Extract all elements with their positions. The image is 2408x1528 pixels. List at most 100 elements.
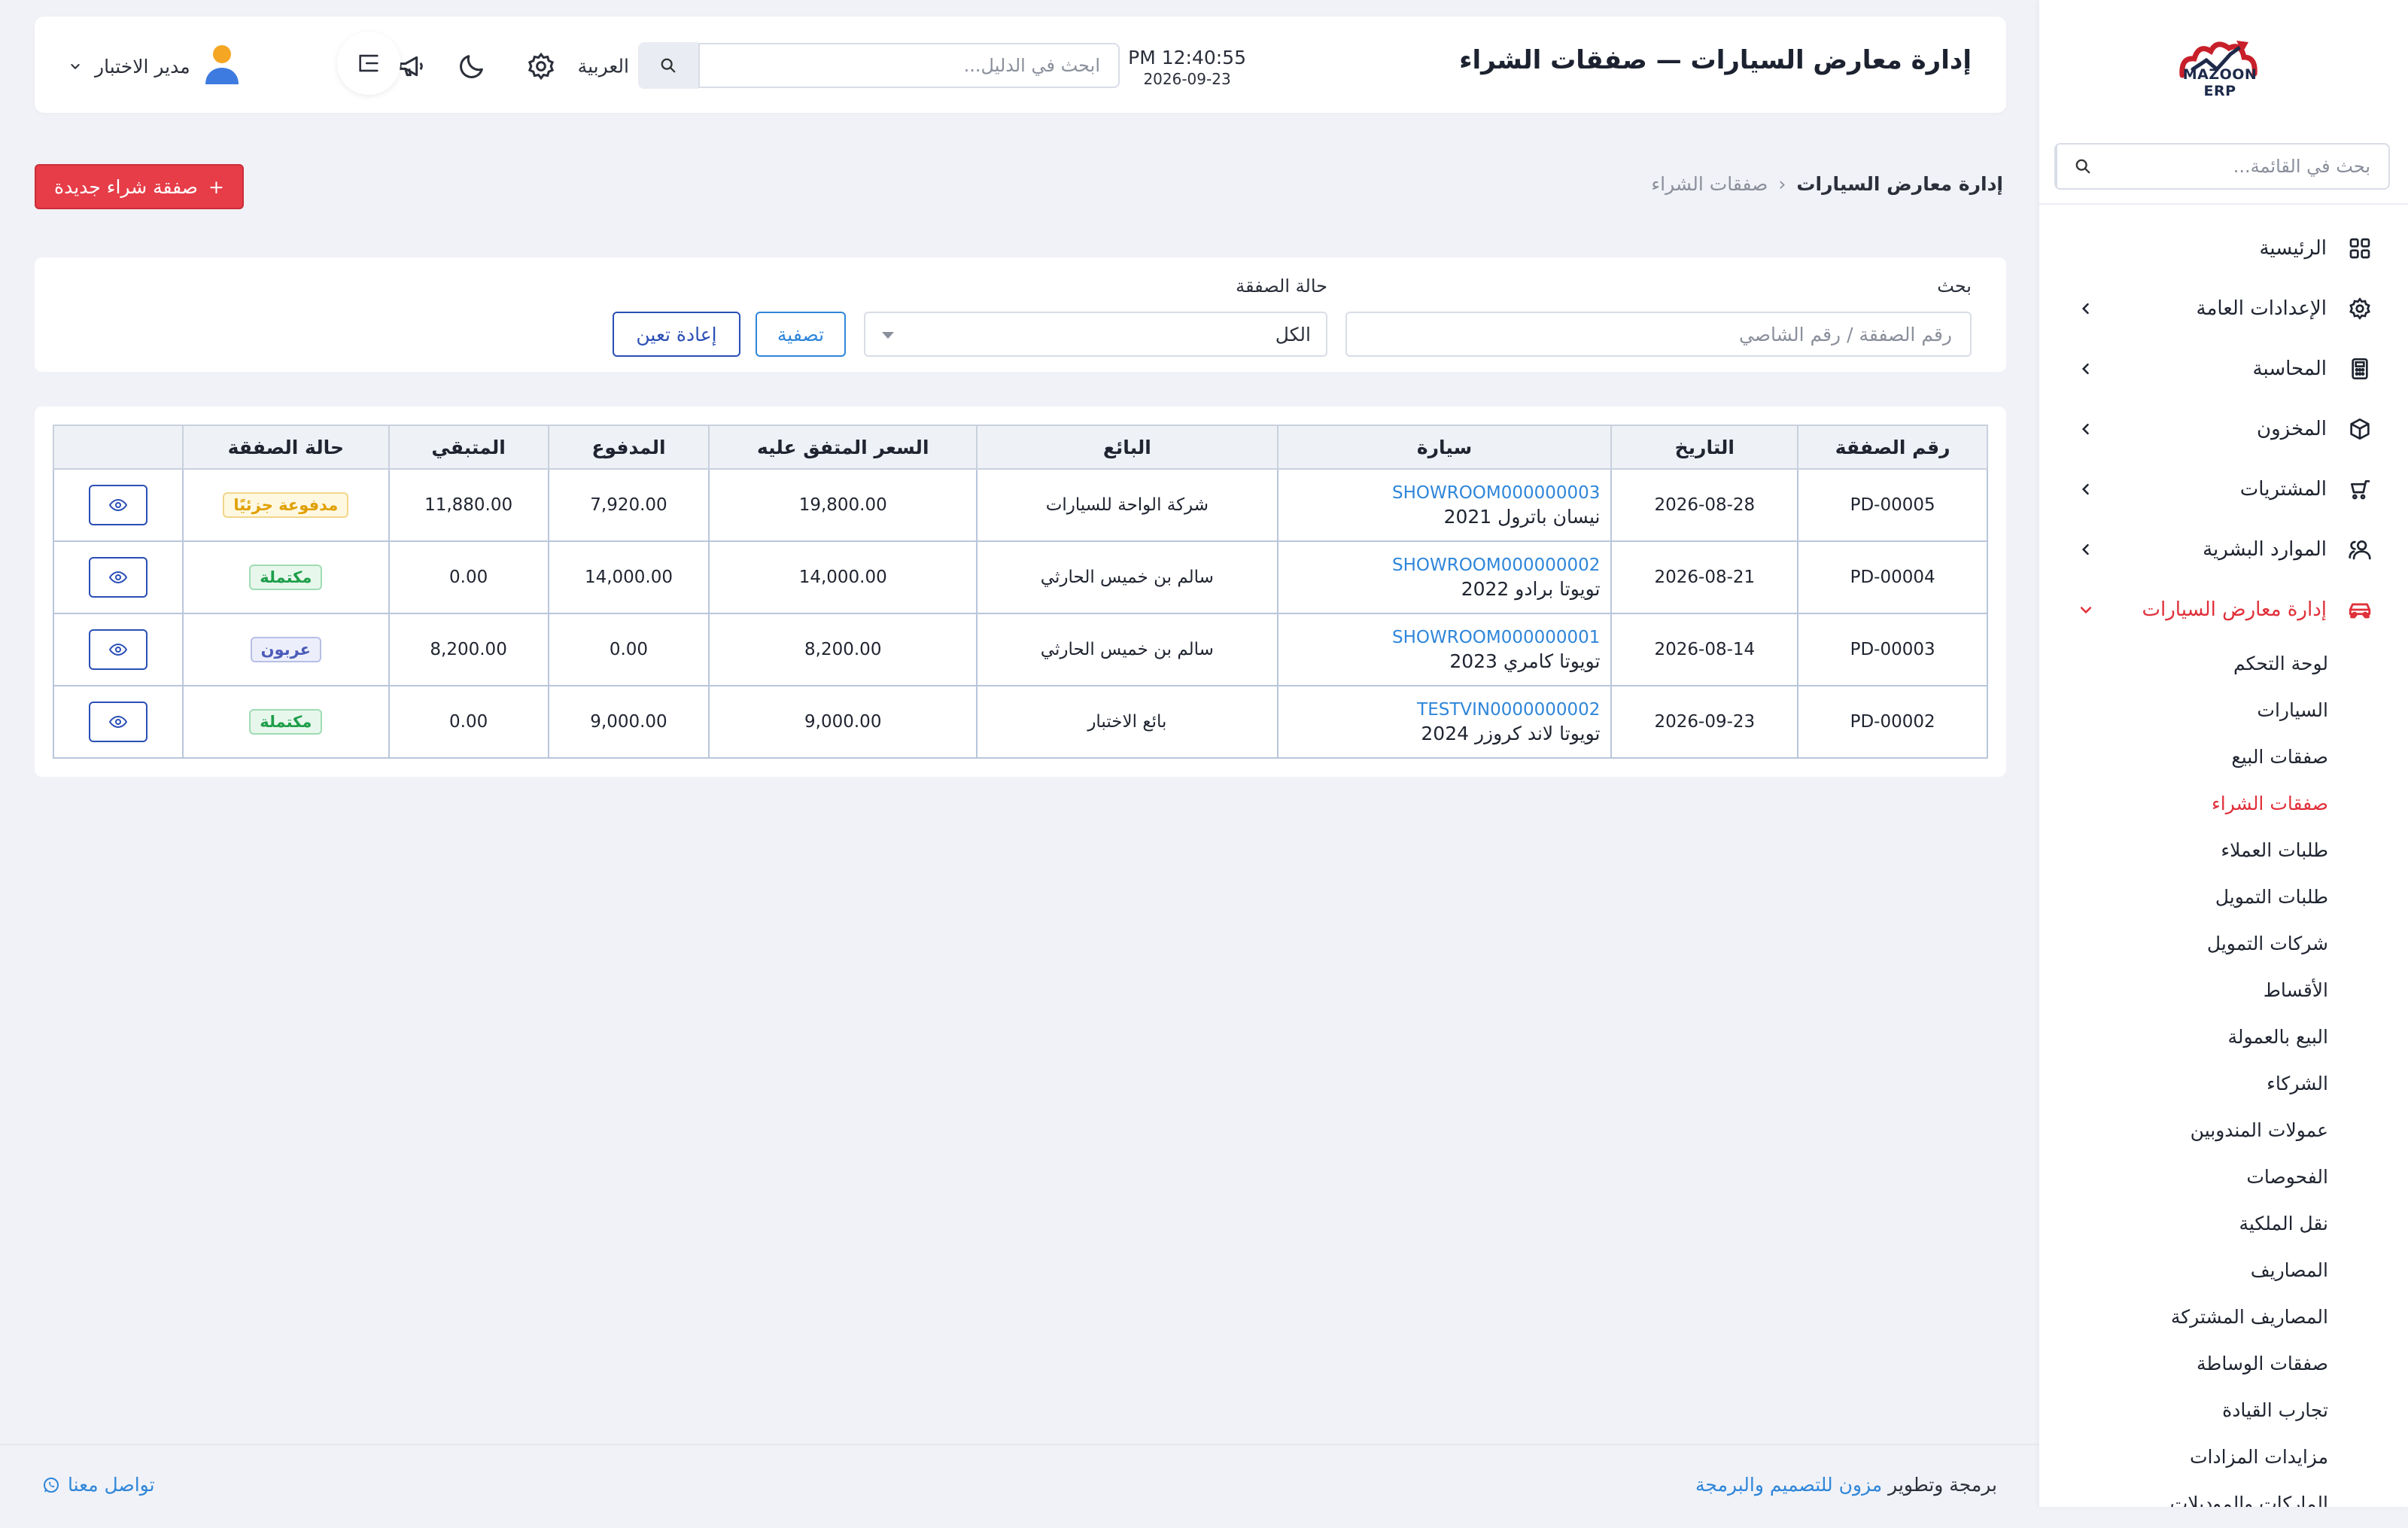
sidebar-subitem-sale-deals[interactable]: صفقات البيع xyxy=(2039,733,2408,780)
car-model: نيسان باترول 2021 xyxy=(1443,505,1601,528)
plus-icon: + xyxy=(208,175,224,198)
sidebar-subitem-cars[interactable]: السيارات xyxy=(2039,686,2408,733)
sidebar-subitem-installments[interactable]: الأقساط xyxy=(2039,966,2408,1013)
moon-icon xyxy=(460,55,483,78)
language-switcher[interactable]: العربية xyxy=(578,56,629,78)
breadcrumb-current: صفقات الشراء xyxy=(1651,173,1768,195)
table-header-row: رقم الصفقة التاريخ سيارة البائع السعر ال… xyxy=(53,425,1988,470)
status-badge: مدفوعة جزئيًا xyxy=(223,492,349,518)
cell-actions xyxy=(53,685,184,759)
sidebar-subitem-inspections[interactable]: الفحوصات xyxy=(2039,1153,2408,1200)
footer-credit-link[interactable]: مزون للتصميم والبرمجة xyxy=(1695,1474,1882,1496)
sidebar-subitem-consignment[interactable]: البيع بالعمولة xyxy=(2039,1013,2408,1060)
cell-deal-no: PD-00003 xyxy=(1797,613,1988,686)
col-status[interactable]: حالة الصفقة xyxy=(181,425,390,470)
user-menu[interactable]: مدير الاختبار xyxy=(69,44,240,89)
sidebar-subitem-test-drives[interactable]: تجارب القيادة xyxy=(2039,1386,2408,1433)
sidebar-subitem-finance-requests[interactable]: طلبات التمويل xyxy=(2039,873,2408,920)
cell-price: 8,200.00 xyxy=(708,613,978,686)
view-deal-button[interactable] xyxy=(88,485,147,525)
cell-car: SHOWROOM000000002 تويوتا برادو 2022 xyxy=(1276,540,1613,614)
sidebar-subitem-expenses[interactable]: المصاريف xyxy=(2039,1246,2408,1293)
cell-status: عربون xyxy=(181,613,390,686)
cell-status: مكتملة xyxy=(181,540,390,614)
sidebar-subitem-shared-expenses[interactable]: المصاريف المشتركة xyxy=(2039,1293,2408,1340)
reset-button[interactable]: إعادة تعين xyxy=(613,312,740,357)
deal-search-input[interactable] xyxy=(1345,312,1972,357)
sidebar-item-inventory[interactable]: المخزون xyxy=(2039,399,2408,459)
brand-logo[interactable]: MAZOON ERP xyxy=(2167,32,2273,99)
col-agreed-price[interactable]: السعر المتفق عليه xyxy=(708,425,978,470)
header-search-button[interactable] xyxy=(638,42,698,89)
status-badge: مكتملة xyxy=(249,565,323,590)
new-purchase-deal-button[interactable]: + صفقة شراء جديدة xyxy=(35,164,244,209)
user-name: مدير الاختبار xyxy=(95,55,190,78)
sidebar-subitem-brokerage-deals[interactable]: صفقات الوساطة xyxy=(2039,1340,2408,1386)
col-paid[interactable]: المدفوع xyxy=(547,425,710,470)
deals-table-card: رقم الصفقة التاريخ سيارة البائع السعر ال… xyxy=(35,406,2006,777)
sidebar-subitem-agent-commissions[interactable]: عمولات المندوبين xyxy=(2039,1106,2408,1153)
sidebar-item-settings[interactable]: الإعدادات العامة xyxy=(2039,279,2408,339)
car-model: تويوتا لاند كروزر 2024 xyxy=(1421,722,1601,744)
contact-us-link[interactable]: تواصل معنا xyxy=(42,1474,155,1496)
table-row: PD-00005 2026-08-28 SHOWROOM000000003 ني… xyxy=(53,468,1988,542)
car-vin-link[interactable]: SHOWROOM000000002 xyxy=(1291,555,1611,575)
status-badge: عربون xyxy=(250,637,321,662)
col-seller[interactable]: البائع xyxy=(976,425,1278,470)
cell-paid: 9,000.00 xyxy=(547,685,710,759)
car-vin-link[interactable]: TESTVIN0000000002 xyxy=(1291,700,1611,720)
purchase-deals-table: رقم الصفقة التاريخ سيارة البائع السعر ال… xyxy=(53,425,1988,759)
cell-date: 2026-08-21 xyxy=(1610,540,1799,614)
sidebar-item-purchases[interactable]: المشتريات xyxy=(2039,459,2408,519)
car-model: تويوتا برادو 2022 xyxy=(1461,577,1601,600)
sidebar-item-home[interactable]: الرئيسية xyxy=(2039,218,2408,279)
cell-date: 2026-09-23 xyxy=(1610,685,1799,759)
view-deal-button[interactable] xyxy=(88,557,147,598)
avatar xyxy=(204,44,240,89)
footer-credit-prefix: برمجة وتطوير xyxy=(1888,1474,1997,1496)
search-icon xyxy=(661,58,676,73)
sidebar-subitem-customer-requests[interactable]: طلبات العملاء xyxy=(2039,826,2408,873)
col-date[interactable]: التاريخ xyxy=(1610,425,1799,470)
status-select[interactable]: الكل xyxy=(864,312,1327,357)
view-deal-button[interactable] xyxy=(88,702,147,742)
sidebar-subitem-purchase-deals[interactable]: صفقات الشراء xyxy=(2039,780,2408,826)
settings-button[interactable] xyxy=(524,50,558,83)
col-remaining[interactable]: المتبقي xyxy=(388,425,549,470)
eye-icon xyxy=(108,643,127,656)
filter-button[interactable]: تصفية xyxy=(756,312,846,357)
sidebar-item-car-showrooms[interactable]: إدارة معارض السيارات xyxy=(2039,580,2408,640)
cell-paid: 14,000.00 xyxy=(547,540,710,614)
car-vin-link[interactable]: SHOWROOM000000003 xyxy=(1291,483,1611,503)
breadcrumb-root[interactable]: إدارة معارض السيارات xyxy=(1796,173,2003,195)
col-car[interactable]: سيارة xyxy=(1276,425,1613,470)
sidebar-search-button[interactable] xyxy=(2056,145,2109,188)
sidebar-subitem-finance-companies[interactable]: شركات التمويل xyxy=(2039,920,2408,966)
sidebar-toggle-button[interactable] xyxy=(337,32,400,95)
sidebar-subitem-brands-models[interactable]: الماركات والموديلات xyxy=(2039,1480,2408,1508)
header-search-input[interactable] xyxy=(698,43,1120,88)
sidebar: MAZOON ERP الرئيسية الإعدادات العامة الم… xyxy=(2039,0,2408,1507)
sidebar-divider xyxy=(2039,203,2408,205)
sidebar-item-hr[interactable]: الموارد البشرية xyxy=(2039,519,2408,580)
cell-remaining: 11,880.00 xyxy=(388,468,549,542)
calculator-icon xyxy=(2346,355,2373,382)
sidebar-subitem-partners[interactable]: الشركاء xyxy=(2039,1060,2408,1106)
cell-car: SHOWROOM000000001 تويوتا كامري 2023 xyxy=(1276,613,1613,686)
clock-time: PM 12:40:55 xyxy=(1128,47,1246,68)
sidebar-subitem-ownership-transfer[interactable]: نقل الملكية xyxy=(2039,1200,2408,1246)
cell-remaining: 0.00 xyxy=(388,685,549,759)
view-deal-button[interactable] xyxy=(88,629,147,670)
cell-remaining: 8,200.00 xyxy=(388,613,549,686)
car-vin-link[interactable]: SHOWROOM000000001 xyxy=(1291,628,1611,647)
col-deal-no[interactable]: رقم الصفقة xyxy=(1797,425,1988,470)
megaphone-icon xyxy=(399,56,423,77)
sidebar-subitem-auction-bids[interactable]: مزايدات المزادات xyxy=(2039,1433,2408,1480)
sidebar-subitem-dashboard[interactable]: لوحة التحكم xyxy=(2039,640,2408,686)
sidebar-submenu: لوحة التحكم السيارات صفقات البيع صفقات ا… xyxy=(2039,640,2408,1508)
dark-mode-toggle[interactable] xyxy=(455,50,488,83)
cell-price: 9,000.00 xyxy=(708,685,978,759)
sidebar-item-accounting[interactable]: المحاسبة xyxy=(2039,339,2408,399)
sidebar-search-input[interactable] xyxy=(2109,145,2388,188)
sidebar-item-label: الرئيسية xyxy=(2259,237,2327,260)
